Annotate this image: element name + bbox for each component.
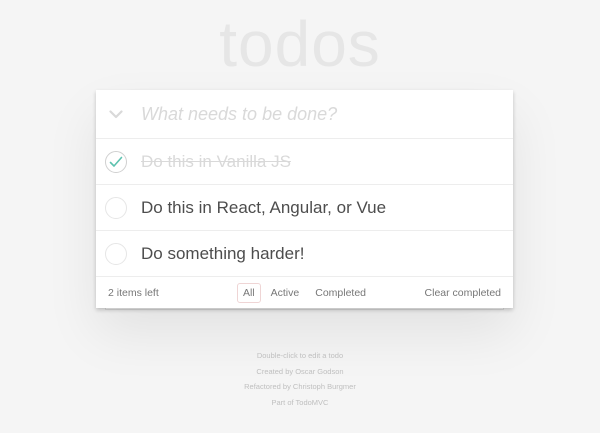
info-created-by: Created by Oscar Godson [0,364,600,380]
chevron-down-icon [109,109,123,118]
todo-footer: 2 items left All Active Completed Clear … [96,277,513,308]
new-todo-input[interactable] [136,91,513,137]
info-part-of: Part of TodoMVC [0,395,600,411]
check-circle [105,150,127,173]
info-edit-hint: Double-click to edit a todo [256,351,344,360]
todo-item[interactable]: Do something harder! [96,231,513,277]
info-footer: Double-click to edit a todo Created by O… [0,348,600,410]
todo-item[interactable]: Do this in React, Angular, or Vue [96,185,513,231]
refactor-author-link[interactable]: Christoph Burgmer [293,382,356,391]
todo-item[interactable]: Do this in Vanilla JS [96,139,513,185]
todo-header [96,90,513,139]
info-part-prefix: Part of [271,397,296,407]
todomvc-link[interactable]: TodoMVC [296,398,329,407]
todo-label: Do this in Vanilla JS [141,151,291,171]
todo-toggle-checkbox[interactable] [96,139,136,184]
info-created-prefix: Created by [256,366,296,376]
app-title: todos [219,8,381,80]
filter-active-link[interactable]: Active [265,283,306,303]
todo-app: Do this in Vanilla JS Do this in React, … [96,90,513,308]
toggle-all-button[interactable] [96,90,136,138]
check-circle [105,242,127,265]
check-icon [109,156,123,167]
items-left-count: 2 items left [108,286,159,299]
filter-completed-link[interactable]: Completed [309,283,372,303]
clear-completed-button[interactable]: Clear completed [425,287,501,299]
info-refactored-prefix: Refactored by [244,382,293,391]
todo-toggle-checkbox[interactable] [96,185,136,230]
author-link[interactable]: Oscar Godson [295,367,343,376]
todo-list: Do this in Vanilla JS Do this in React, … [96,139,513,277]
todo-toggle-checkbox[interactable] [96,231,136,276]
todo-label: Do this in React, Angular, or Vue [141,197,387,217]
info-refactored-by: Refactored by Christoph Burgmer [0,379,600,395]
filter-all-link[interactable]: All [236,282,261,303]
check-circle [105,196,127,219]
todo-label: Do something harder! [141,243,305,263]
